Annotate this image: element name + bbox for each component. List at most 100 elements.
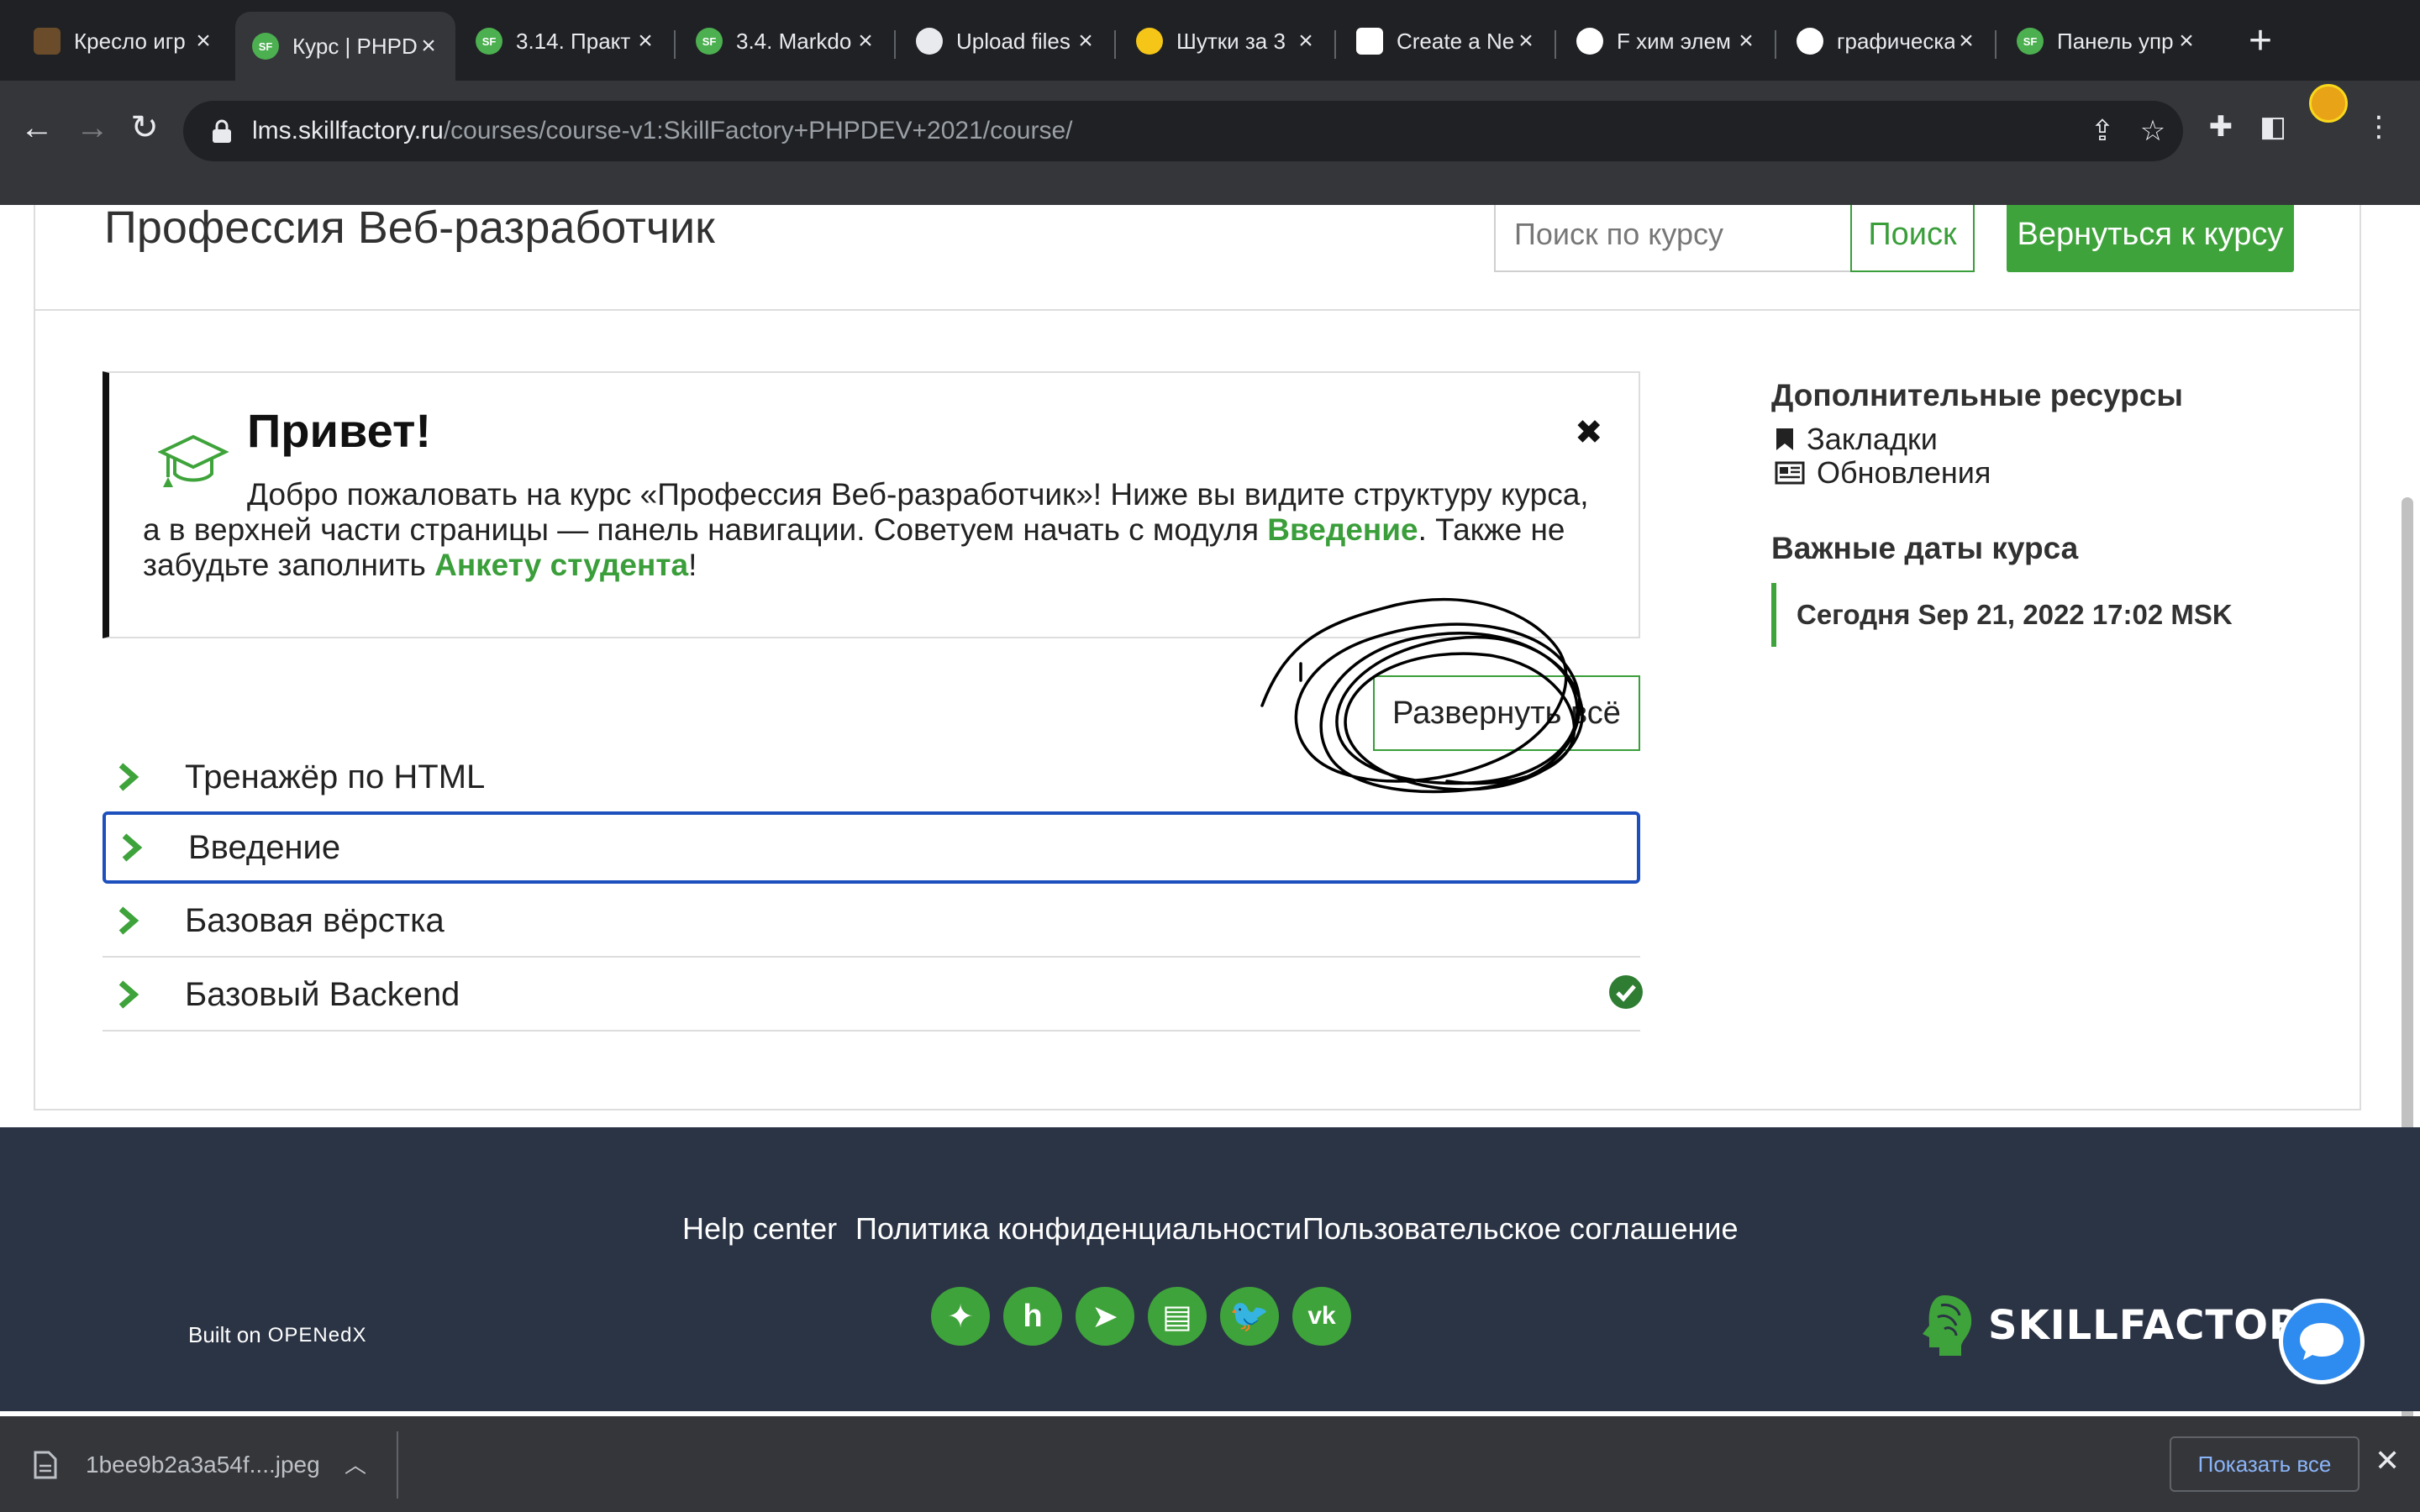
newspaper-icon — [1775, 461, 1805, 485]
close-icon[interactable]: × — [1954, 27, 1978, 55]
file-icon — [34, 1451, 57, 1479]
browser-tab-bar: Кресло игр × SF Курс | PHPD × SF 3.14. П… — [0, 0, 2420, 81]
built-on-label: Built on — [188, 1322, 261, 1347]
tab-separator — [1555, 30, 1556, 59]
skillfactory-favicon-icon: SF — [2017, 28, 2044, 55]
forward-arrow-icon[interactable]: → — [67, 102, 118, 153]
menu-icon[interactable]: ⋮ — [2358, 106, 2400, 148]
chat-icon[interactable]: ▤ — [1148, 1287, 1207, 1346]
student-survey-link[interactable]: Анкету студента — [434, 548, 688, 582]
close-icon[interactable]: × — [1074, 27, 1097, 55]
twitter-icon[interactable]: 🐦 — [1220, 1287, 1279, 1346]
chevron-right-icon — [118, 906, 139, 935]
close-icon[interactable]: ✖ — [1575, 413, 1603, 452]
course-search-input[interactable] — [1494, 205, 1852, 272]
built-on-openedx[interactable]: Built on OPENedX — [188, 1322, 366, 1348]
back-arrow-icon[interactable]: ← — [12, 102, 62, 153]
speech-bubble-icon — [2300, 1323, 2344, 1360]
download-item[interactable]: 1bee9b2a3a54f....jpeg — [34, 1440, 320, 1490]
updates-link[interactable]: Обновления — [1775, 455, 1991, 491]
tab-codepen[interactable]: Create a Ne × — [1339, 15, 1553, 67]
tab-chair[interactable]: Кресло игр × — [17, 15, 230, 67]
brain-head-icon — [1923, 1295, 1972, 1356]
tab-title: 3.4. Markdo — [736, 28, 852, 54]
tab-title: Upload files — [956, 28, 1071, 54]
intro-module-link[interactable]: Введение — [1267, 512, 1418, 547]
additional-resources-title: Дополнительные ресурсы — [1771, 378, 2183, 412]
tab-title: Панель упр — [2057, 28, 2174, 54]
course-header: Профессия Веб-разработчик Поиск Вернутьс… — [35, 205, 2360, 311]
emoji-favicon-icon — [1136, 28, 1163, 55]
zen-icon[interactable]: ✦ — [931, 1287, 990, 1346]
profile-avatar[interactable] — [2309, 84, 2348, 123]
chevron-right-icon — [118, 763, 139, 791]
user-agreement-link[interactable]: Пользовательское соглашение — [1302, 1211, 1739, 1247]
star-icon[interactable]: ☆ — [2133, 111, 2173, 151]
outline-section[interactable]: Базовая вёрстка — [103, 885, 1640, 958]
download-separator — [397, 1431, 398, 1499]
tab-google-chem[interactable]: F хим элем × — [1560, 15, 1773, 67]
chevron-right-icon — [118, 980, 139, 1009]
close-icon[interactable]: ✕ — [2375, 1443, 2400, 1478]
lock-icon — [213, 119, 231, 143]
url-path: /courses/course-v1:SkillFactory+PHPDEV+2… — [443, 117, 1073, 144]
privacy-policy-link[interactable]: Политика конфиденциальности — [855, 1211, 1302, 1247]
show-all-downloads-button[interactable]: Показать все — [2170, 1436, 2360, 1492]
chat-widget-button[interactable] — [2279, 1299, 2365, 1384]
bookmark-icon — [1776, 428, 1793, 450]
share-icon[interactable]: ⇪ — [2082, 111, 2123, 151]
close-icon[interactable]: × — [1294, 27, 1318, 55]
tab-google-graphic[interactable]: графическа × — [1780, 15, 1993, 67]
close-icon[interactable]: × — [1514, 27, 1538, 55]
tab-title: Курс | PHPD — [292, 33, 417, 59]
vk-icon[interactable]: vk — [1292, 1287, 1351, 1346]
tab-separator — [1775, 30, 1776, 59]
tab-title: Кресло игр — [74, 28, 186, 54]
bookmarks-link[interactable]: Закладки — [1775, 422, 1938, 457]
tab-control-panel[interactable]: SF Панель упр × — [2000, 15, 2213, 67]
extensions-icon[interactable]: ✚ — [2200, 106, 2242, 148]
browser-toolbar: ← → ↻ lms.skillfactory.ru/courses/course… — [0, 81, 2420, 205]
tab-title: F хим элем — [1617, 28, 1731, 54]
reload-icon[interactable]: ↻ — [119, 102, 170, 153]
tab-jokes[interactable]: Шутки за 3 × — [1119, 15, 1333, 67]
outline-section[interactable]: Тренажёр по HTML — [103, 741, 1640, 813]
tab-practice[interactable]: SF 3.14. Практ × — [459, 15, 672, 67]
telegram-icon[interactable]: ➤ — [1076, 1287, 1134, 1346]
skillfactory-favicon-icon: SF — [252, 33, 279, 60]
course-title: Профессия Веб-разработчик — [104, 205, 715, 253]
outline-section[interactable]: Базовый Backend — [103, 959, 1643, 1032]
outline-section-focused[interactable]: Введение — [103, 811, 1640, 884]
bookmarks-label: Закладки — [1807, 422, 1938, 456]
new-tab-button[interactable]: + — [2235, 15, 2286, 66]
close-icon[interactable]: × — [192, 27, 215, 55]
close-icon[interactable]: × — [417, 32, 440, 60]
close-icon[interactable]: × — [634, 27, 657, 55]
tab-upload-files[interactable]: Upload files × — [899, 15, 1113, 67]
close-icon[interactable]: × — [2175, 27, 2198, 55]
side-panel-icon[interactable]: ◧ — [2252, 106, 2294, 148]
resume-course-button[interactable]: Вернуться к курсу — [2007, 205, 2294, 272]
openedx-logo: OPENedX — [267, 1323, 367, 1347]
tab-separator — [1334, 30, 1336, 59]
section-title: Базовая вёрстка — [185, 901, 445, 939]
close-icon[interactable]: × — [1734, 27, 1758, 55]
close-icon[interactable]: × — [854, 27, 877, 55]
page-viewport: Профессия Веб-разработчик Поиск Вернутьс… — [0, 205, 2420, 1416]
skillfactory-favicon-icon: SF — [476, 28, 502, 55]
site-footer: Help center Политика конфиденциальности … — [0, 1127, 2420, 1411]
skillfactory-logo[interactable]: SKILLFACTORY — [1919, 1292, 2328, 1359]
tab-markdown[interactable]: SF 3.4. Markdo × — [679, 15, 892, 67]
codepen-favicon-icon — [1356, 28, 1383, 55]
important-dates-title: Важные даты курса — [1771, 531, 2079, 565]
search-button[interactable]: Поиск — [1850, 205, 1975, 272]
habr-icon[interactable]: h — [1003, 1287, 1062, 1346]
address-bar[interactable]: lms.skillfactory.ru/courses/course-v1:Sk… — [183, 101, 2183, 161]
tab-separator — [1995, 30, 1996, 59]
today-date: Сегодня Sep 21, 2022 17:02 MSK — [1771, 583, 2233, 647]
url-host: lms.skillfactory.ru — [252, 117, 444, 144]
tab-course-active[interactable]: SF Курс | PHPD × — [235, 12, 455, 81]
tab-title: Create a Ne — [1397, 28, 1514, 54]
chevron-up-icon[interactable]: ︿ — [345, 1448, 366, 1479]
help-center-link[interactable]: Help center — [682, 1211, 837, 1247]
